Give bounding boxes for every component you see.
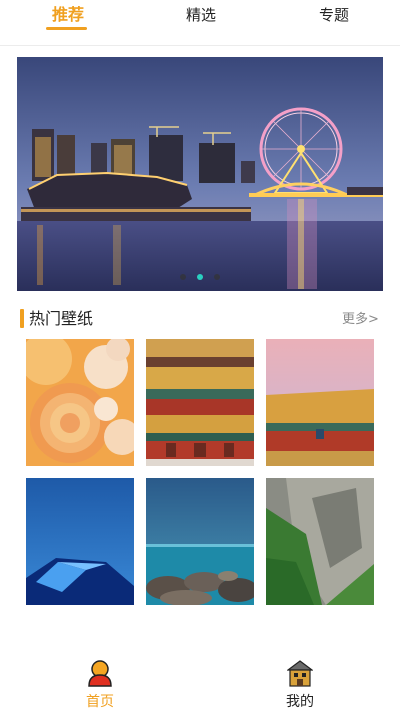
nav-mine-label: 我的: [286, 694, 314, 710]
banner-carousel[interactable]: [17, 57, 383, 291]
tab-recommend[interactable]: 推荐: [45, 4, 91, 26]
carousel-dot-active[interactable]: [197, 274, 203, 280]
wallpaper-thumb-tent[interactable]: [26, 478, 134, 605]
wallpaper-thumb-cliffs[interactable]: [266, 478, 374, 605]
more-link[interactable]: 更多>: [342, 310, 379, 330]
wallpaper-thumb-palace-roof[interactable]: [266, 339, 374, 466]
tab-featured[interactable]: 精选: [178, 4, 224, 26]
section-accent-bar: [20, 309, 24, 328]
top-tab-bar: 推荐 精选 专题: [0, 0, 400, 46]
wallpaper-thumb-flowers[interactable]: [26, 339, 134, 466]
carousel-dot[interactable]: [180, 274, 186, 280]
banner-image: [17, 57, 383, 291]
wallpaper-thumb-sea-rocks[interactable]: [146, 478, 254, 605]
nav-mine[interactable]: 我的: [270, 660, 330, 710]
house-icon: [286, 660, 314, 687]
wallpaper-thumb-palace[interactable]: [146, 339, 254, 466]
person-icon: [87, 660, 113, 687]
nav-home-label: 首页: [86, 694, 114, 710]
tab-topics[interactable]: 专题: [311, 4, 357, 26]
carousel-dots: [0, 274, 400, 282]
section-title: 热门壁纸: [29, 309, 94, 328]
active-tab-indicator: [46, 27, 87, 30]
carousel-dot[interactable]: [214, 274, 220, 280]
nav-home[interactable]: 首页: [70, 660, 130, 710]
